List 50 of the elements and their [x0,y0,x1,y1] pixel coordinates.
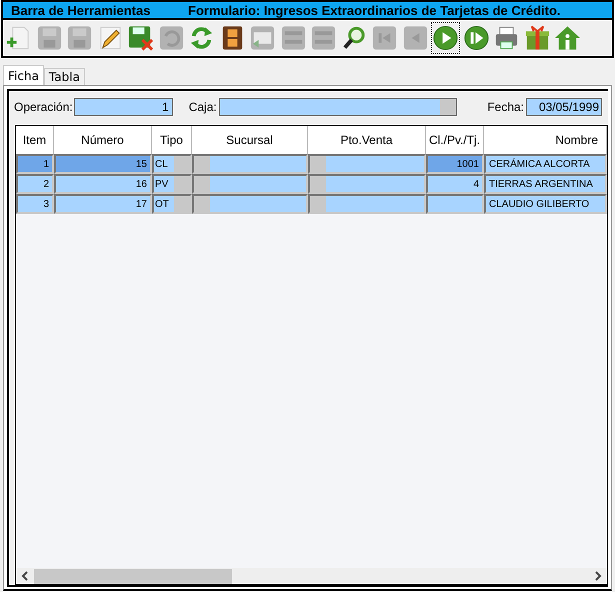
table-cell: 15 [54,154,152,174]
next-button[interactable] [431,22,460,54]
sucursal-dropdown[interactable] [192,194,308,214]
play-icon [432,24,459,52]
list-icon [280,24,306,52]
scroll-thumb[interactable] [34,568,232,584]
caja-label: Caja: [188,100,217,114]
table-cell: CERÁMICA ALCORTA [484,154,607,174]
table-cell: TIERRAS ARGENTINA [484,174,607,194]
tipo-dropdown[interactable]: PV [152,174,192,194]
tipo-dropdown[interactable]: CL [152,154,192,174]
toolbar-title: Barra de Herramientas [11,2,152,18]
floppy-disk-delete-icon [127,24,154,52]
gift-icon [524,24,550,52]
table-cell: 17 [54,194,152,214]
table-cell: 2 [16,174,54,194]
list-icon [310,24,337,52]
caja-dropdown[interactable] [218,98,457,116]
scroll-left-icon[interactable] [20,571,30,581]
table-cell: 4 [426,174,484,194]
pto-venta-dropdown[interactable] [308,154,426,174]
table-cell: 1 [16,154,54,174]
table-cell [426,194,484,214]
scroll-right-icon[interactable] [593,571,603,581]
printer-icon [493,24,520,52]
fecha-label: Fecha: [487,100,524,114]
search-icon [340,24,368,52]
skip-back-icon [371,24,398,52]
fecha-field[interactable]: 03/05/1999 [526,98,602,116]
pto-venta-dropdown[interactable] [308,194,426,214]
form-title: Formulario: Ingresos Extraordinarios de Tarjetas de Crédito. [188,2,561,18]
operacion-label: Operación: [14,100,73,114]
undo-icon [158,24,184,52]
table-cell: CLAUDIO GILIBERTO [484,194,607,214]
floppy-disk-plus-icon [66,24,93,52]
table-cell: 1001 [426,154,484,174]
horizontal-scrollbar[interactable] [16,568,607,584]
refresh-icon [188,24,215,52]
sucursal-dropdown[interactable] [192,174,308,194]
tipo-dropdown[interactable]: OT [152,194,192,214]
tab[interactable]: Tabla [44,68,85,85]
pto-venta-dropdown[interactable] [308,174,426,194]
sucursal-dropdown[interactable] [192,154,308,174]
home-icon [554,24,581,52]
table-cell: 16 [54,174,152,194]
table-cell: 3 [16,194,54,214]
skip-forward-icon [462,24,490,52]
tab[interactable]: Ficha [3,65,44,85]
back-icon [402,24,428,52]
operacion-field[interactable]: 1 [74,98,173,116]
